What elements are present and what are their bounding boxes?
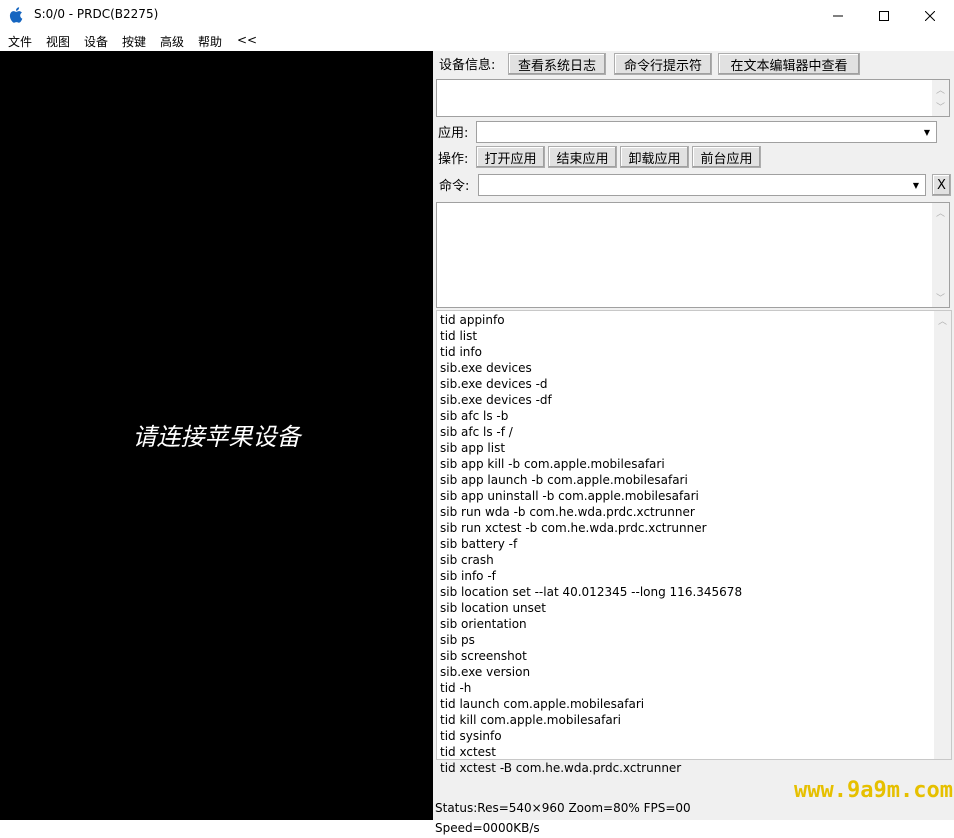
scroll-down-icon[interactable]: ﹀: [932, 98, 949, 115]
command-list-item[interactable]: sib.exe devices -d: [440, 376, 548, 392]
scroll-up-icon[interactable]: ︿: [932, 81, 949, 98]
command-list-item[interactable]: sib.exe devices: [440, 360, 532, 376]
menu-keys[interactable]: 按键: [122, 33, 146, 50]
command-list[interactable]: ︿ tid appinfo tid list tid info sib.exe dev…: [436, 310, 952, 775]
menu-view[interactable]: 视图: [46, 33, 70, 50]
command-list-item[interactable]: sib app uninstall -b com.apple.mobilesaf…: [440, 488, 699, 504]
command-list-item[interactable]: tid xctest -B com.he.wda.prdc.xctrunner: [440, 760, 681, 776]
menu-bar: 文件 视图 设备 按键 高级 帮助 <<: [0, 31, 954, 50]
close-app-button[interactable]: 结束应用: [548, 146, 617, 168]
window-title: S:0/0 - PRDC(B2275): [34, 7, 159, 21]
command-list-item[interactable]: tid list: [440, 328, 477, 344]
command-list-item[interactable]: sib app launch -b com.apple.mobilesafari: [440, 472, 688, 488]
close-icon: [925, 10, 935, 21]
foreground-app-button[interactable]: 前台应用: [692, 146, 761, 168]
command-list-item[interactable]: sib run xctest -b com.he.wda.prdc.xctrun…: [440, 520, 707, 536]
menu-advanced[interactable]: 高级: [160, 33, 184, 50]
command-list-item[interactable]: tid sysinfo: [440, 728, 502, 744]
command-input[interactable]: ▼: [478, 174, 926, 196]
command-list-item[interactable]: sib app list: [440, 440, 505, 456]
connect-device-message: 请连接苹果设备: [132, 423, 301, 451]
command-list-item[interactable]: tid -h: [440, 680, 471, 696]
command-list-item[interactable]: sib location unset: [440, 600, 546, 616]
chevron-down-icon[interactable]: ▼: [908, 176, 924, 195]
command-list-item[interactable]: sib app kill -b com.apple.mobilesafari: [440, 456, 665, 472]
ops-label: 操作:: [438, 152, 469, 167]
status-bar: Status:Res=540×960 Zoom=80% FPS=00 Speed…: [435, 801, 691, 835]
menu-collapse[interactable]: <<: [237, 33, 257, 47]
close-button[interactable]: [907, 0, 953, 31]
command-list-item[interactable]: tid xctest: [440, 744, 496, 760]
menu-file[interactable]: 文件: [8, 33, 32, 50]
scroll-up-icon[interactable]: ︿: [932, 204, 949, 221]
clear-command-button[interactable]: X: [932, 174, 951, 196]
menu-device[interactable]: 设备: [84, 33, 108, 50]
scroll-down-icon[interactable]: ﹀: [932, 289, 949, 306]
command-list-item[interactable]: sib info -f: [440, 568, 496, 584]
view-syslog-button[interactable]: 查看系统日志: [508, 53, 606, 75]
open-app-button[interactable]: 打开应用: [476, 146, 545, 168]
command-label: 命令:: [439, 179, 470, 194]
scroll-up-icon[interactable]: ︿: [934, 312, 951, 329]
device-info-textbox[interactable]: ︿ ﹀: [436, 79, 950, 117]
command-list-item[interactable]: sib.exe version: [440, 664, 530, 680]
command-list-item[interactable]: tid launch com.apple.mobilesafari: [440, 696, 644, 712]
command-list-item[interactable]: sib battery -f: [440, 536, 517, 552]
command-list-item[interactable]: sib afc ls -b: [440, 408, 508, 424]
output-textbox[interactable]: ︿ ﹀: [436, 202, 950, 308]
app-select[interactable]: ▼: [476, 121, 937, 143]
minimize-button[interactable]: [815, 0, 861, 31]
command-list-item[interactable]: sib crash: [440, 552, 494, 568]
command-list-item[interactable]: sib run wda -b com.he.wda.prdc.xctrunner: [440, 504, 695, 520]
minimize-icon: [833, 15, 843, 16]
command-list-item[interactable]: sib afc ls -f /: [440, 424, 513, 440]
device-info-scrollbar[interactable]: ︿ ﹀: [932, 80, 949, 116]
device-info-label: 设备信息:: [439, 58, 496, 73]
command-list-item[interactable]: tid kill com.apple.mobilesafari: [440, 712, 621, 728]
chevron-down-icon[interactable]: ▼: [919, 123, 935, 142]
command-prompt-button[interactable]: 命令行提示符: [614, 53, 712, 75]
command-list-item[interactable]: sib location set --lat 40.012345 --long …: [440, 584, 742, 600]
command-list-item[interactable]: sib orientation: [440, 616, 527, 632]
maximize-button[interactable]: [861, 0, 907, 31]
watermark: www.9a9m.com: [794, 778, 953, 803]
command-list-item[interactable]: tid appinfo: [440, 312, 505, 328]
command-list-scrollbar[interactable]: ︿: [934, 311, 951, 759]
apple-logo-icon: [9, 7, 23, 23]
title-bar: S:0/0 - PRDC(B2275): [0, 0, 954, 31]
uninstall-app-button[interactable]: 卸载应用: [620, 146, 689, 168]
command-list-item[interactable]: sib screenshot: [440, 648, 527, 664]
output-scrollbar[interactable]: ︿ ﹀: [932, 203, 949, 307]
command-list-item[interactable]: sib.exe devices -df: [440, 392, 552, 408]
menu-help[interactable]: 帮助: [198, 33, 222, 50]
open-in-editor-button[interactable]: 在文本编辑器中查看: [718, 53, 860, 75]
app-label: 应用:: [438, 126, 469, 141]
maximize-icon: [879, 10, 889, 21]
device-screen[interactable]: 请连接苹果设备: [0, 51, 433, 820]
command-list-item[interactable]: sib ps: [440, 632, 475, 648]
command-list-item[interactable]: tid info: [440, 344, 482, 360]
